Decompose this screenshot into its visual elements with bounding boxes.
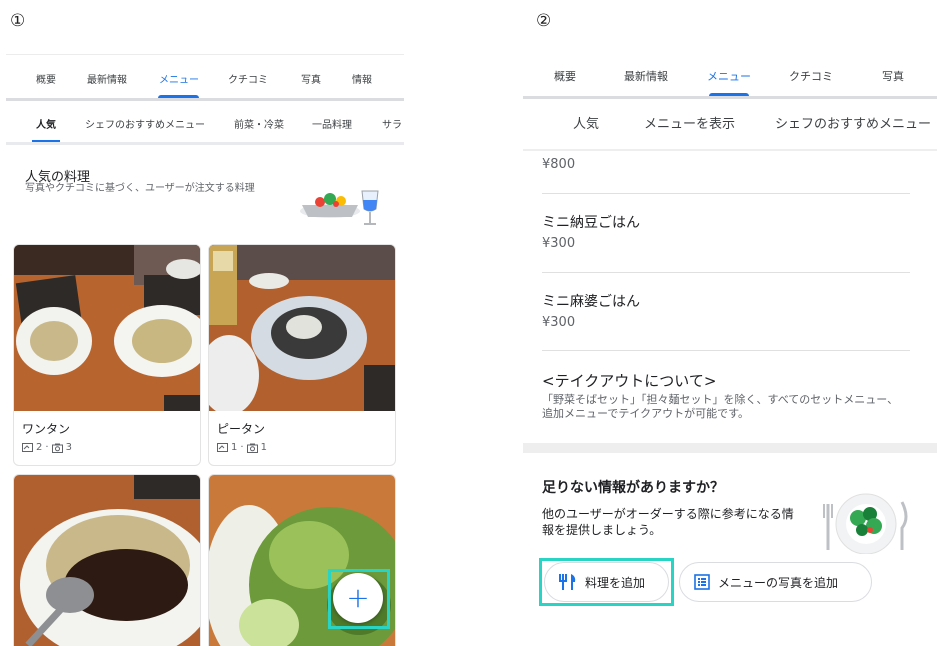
subtab-chef-recommendations[interactable]: シェフのおすすめメニュー — [775, 113, 931, 132]
noodles-photo — [14, 475, 200, 646]
tab-menu-underline — [709, 93, 749, 96]
menu-list-icon — [694, 574, 710, 590]
add-dish-button[interactable]: 料理を追加 — [544, 562, 669, 602]
dish-meta: 2 · 3 — [22, 442, 72, 453]
panel-1-marker: ① — [10, 11, 26, 31]
add-menu-photo-button[interactable]: メニューの写真を追加 — [679, 562, 872, 602]
main-tab-bar: 概要 最新情報 メニュー クチコミ 写真 — [523, 54, 937, 99]
takeout-note-body: 「野菜そばセット」「担々麺セット」を除く、すべてのセットメニュー、追加メニューで… — [542, 393, 899, 420]
tab-reviews[interactable]: クチコミ — [789, 68, 833, 84]
tab-menu-underline — [158, 95, 199, 98]
review-icon — [22, 442, 33, 452]
tab-overview[interactable]: 概要 — [36, 71, 56, 86]
dish-name: ピータン — [217, 422, 266, 436]
menu-subtab-bar: 人気 シェフのおすすめメニュー 前菜・冷菜 一品料理 サラ — [6, 101, 404, 145]
camera-icon — [51, 443, 63, 453]
subtab-popular[interactable]: 人気 — [36, 116, 56, 131]
tab-info[interactable]: 情報 — [352, 71, 372, 86]
camera-icon — [246, 443, 258, 453]
wonton-photo — [14, 245, 200, 411]
add-menu-photo-label: メニューの写真を追加 — [718, 575, 839, 590]
missing-info-title: 足りない情報がありますか？ — [542, 480, 724, 496]
dish-illustration-icon — [300, 190, 379, 225]
review-icon — [217, 442, 228, 452]
screenshot-panel-1: 概要 最新情報 メニュー クチコミ 写真 情報 人気 シェフのおすすめメニュー … — [6, 54, 404, 646]
menu-item-row-partial[interactable]: ¥800 — [542, 151, 910, 194]
pidan-photo — [209, 245, 395, 411]
tab-menu[interactable]: メニュー — [707, 68, 751, 84]
missing-info-body: 他のユーザーがオーダーする際に参考になる情報を提供しましょう。 — [542, 507, 794, 537]
menu-item-row[interactable]: ミニ麻婆ごはん ¥300 — [542, 273, 910, 351]
tab-photos[interactable]: 写真 — [882, 68, 904, 84]
subtab-view-menu[interactable]: メニューを表示 — [644, 113, 735, 132]
tab-updates[interactable]: 最新情報 — [624, 68, 668, 84]
dish-card-noodles[interactable] — [13, 474, 201, 646]
dish-card-wonton[interactable]: ワンタン 2 · 3 — [13, 244, 201, 466]
menu-item-price: ¥300 — [542, 315, 576, 330]
main-tab-bar: 概要 最新情報 メニュー クチコミ 写真 情報 — [6, 55, 404, 101]
takeout-note-title: <テイクアウトについて> — [542, 372, 717, 390]
add-dish-label: 料理を追加 — [585, 575, 646, 590]
add-dish-fab[interactable]: + — [333, 573, 383, 623]
dish-card-pidan[interactable]: ピータン 1 · 1 — [208, 244, 396, 466]
menu-item-row[interactable]: ミニ納豆ごはん ¥300 — [542, 194, 910, 273]
menu-item-price: ¥800 — [542, 157, 576, 172]
panel-2-marker: ② — [536, 11, 552, 31]
screenshot-panel-2: 概要 最新情報 メニュー クチコミ 写真 人気 メニューを表示 シェフのおすすめ… — [523, 54, 937, 646]
menu-item-name: ミニ納豆ごはん — [542, 215, 640, 231]
tab-updates[interactable]: 最新情報 — [87, 71, 127, 86]
subtab-popular[interactable]: 人気 — [573, 113, 599, 132]
dish-name: ワンタン — [22, 422, 71, 436]
menu-item-name: ミニ麻婆ごはん — [542, 294, 640, 310]
subtab-popular-underline — [32, 140, 60, 142]
tab-reviews[interactable]: クチコミ — [228, 71, 268, 86]
subtab-chef-recommendations[interactable]: シェフのおすすめメニュー — [85, 116, 205, 131]
subtab-appetizers[interactable]: 前菜・冷菜 — [234, 116, 284, 131]
tab-photos[interactable]: 写真 — [301, 71, 321, 86]
subtab-single-dishes[interactable]: 一品料理 — [312, 116, 352, 131]
photo-count: 3 — [65, 442, 72, 453]
tab-menu[interactable]: メニュー — [159, 71, 199, 86]
review-count: 1 — [231, 442, 238, 453]
menu-subtab-bar: 人気 メニューを表示 シェフのおすすめメニュー — [523, 99, 937, 151]
plate-illustration-icon — [823, 493, 908, 554]
cutlery-icon — [559, 574, 576, 590]
popular-dishes-subtitle: 写真やクチコミに基づく、ユーザーが注文する料理 — [25, 183, 255, 194]
section-divider — [523, 443, 937, 453]
photo-count: 1 — [260, 442, 267, 453]
dish-meta: 1 · 1 — [217, 442, 267, 453]
tab-overview[interactable]: 概要 — [554, 68, 576, 84]
subtab-salad[interactable]: サラ — [382, 116, 402, 131]
menu-item-price: ¥300 — [542, 236, 576, 251]
review-count: 2 — [36, 442, 43, 453]
